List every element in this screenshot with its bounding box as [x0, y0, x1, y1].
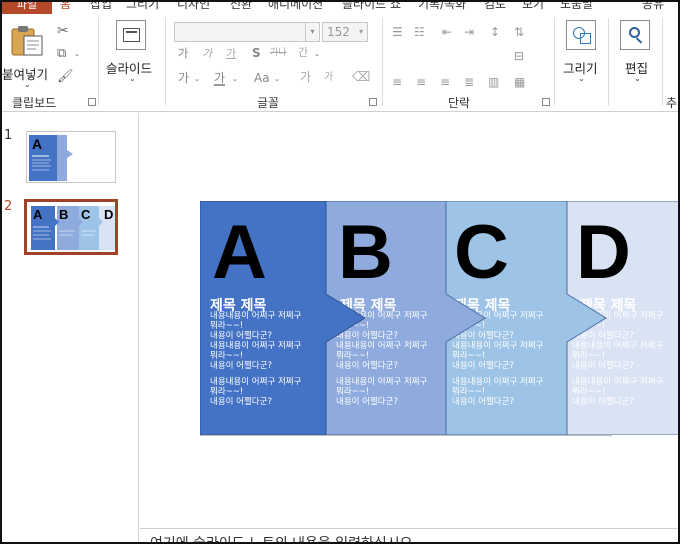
align-text-icon[interactable]: ⊟: [514, 50, 524, 62]
italic-icon[interactable]: 가: [202, 48, 212, 59]
clear-formatting-icon[interactable]: ⌫: [352, 71, 370, 84]
tab-home[interactable]: 홈: [60, 2, 71, 12]
change-case-icon[interactable]: Aa: [254, 72, 270, 84]
search-icon: [620, 20, 650, 50]
thumbnail-image: A: [27, 132, 115, 182]
more-group-label: 추: [666, 96, 678, 110]
cut-icon[interactable]: ✂: [57, 24, 69, 38]
tab-draw[interactable]: 그리기: [126, 2, 159, 12]
tab-view[interactable]: 보기: [522, 2, 544, 12]
bold-icon[interactable]: 가: [178, 48, 188, 59]
thumbnail-image: A B C D: [27, 202, 115, 252]
chevron-down-icon[interactable]: ⌄: [194, 76, 200, 83]
chevron-down-icon[interactable]: ⌄: [74, 51, 80, 58]
underline-icon[interactable]: 가: [226, 48, 236, 59]
smartart-icon[interactable]: ▦: [514, 76, 525, 88]
text-direction-icon[interactable]: ⇅: [514, 26, 524, 38]
align-left-icon[interactable]: ≡: [392, 76, 402, 88]
svg-text:A: A: [32, 136, 42, 152]
svg-text:D: D: [104, 207, 113, 222]
editing-button[interactable]: 편집 ⌄: [612, 18, 662, 94]
chevron-down-icon[interactable]: ⌄: [274, 76, 280, 83]
ribbon: 붙여넣기 ⌄ ✂ ⧉ ⌄ 🖌 클립보드 슬라이드 ⌄ ▾ 152 ▾ 가 가 가…: [2, 14, 678, 112]
tab-animations[interactable]: 애니메이션: [268, 2, 323, 12]
slide-thumbnails-pane: 1 A 2 A B C D: [2, 113, 139, 542]
tab-slideshow[interactable]: 슬라이드 쇼: [342, 2, 401, 12]
line-spacing-icon[interactable]: ↕: [490, 26, 500, 38]
font-group-label: 글꼴: [257, 96, 280, 110]
slide-edge: [200, 435, 612, 436]
new-slide-icon: [116, 20, 146, 50]
panel-a[interactable]: A 제목 제목 내용내용이 어쩌구 저쩌구 뭐라~~! 내용이 어쩔다군? 내용내용이…: [200, 201, 368, 435]
font-size-box[interactable]: 152 ▾: [322, 22, 368, 42]
align-center-icon[interactable]: ≡: [416, 76, 426, 88]
tab-record[interactable]: 기록/녹화: [418, 2, 466, 12]
drawing-button[interactable]: 그리기 ⌄: [558, 18, 604, 94]
tab-design[interactable]: 디자인: [177, 2, 210, 12]
clipboard-dialog-launcher-icon[interactable]: [88, 98, 96, 106]
strikethrough-icon[interactable]: 가나: [270, 49, 287, 58]
svg-text:C: C: [81, 207, 91, 222]
font-name-box[interactable]: ▾: [174, 22, 320, 42]
chevron-down-icon[interactable]: ▾: [305, 23, 319, 41]
thumbnail-number: 1: [4, 128, 13, 143]
shrink-font-icon[interactable]: 가: [324, 73, 333, 83]
justify-icon[interactable]: ≣: [464, 76, 474, 88]
text-shadow-icon[interactable]: S: [252, 47, 261, 59]
chevron-down-icon[interactable]: ▾: [355, 23, 367, 41]
tab-help[interactable]: 도움말: [560, 2, 593, 12]
format-painter-icon[interactable]: 🖌: [57, 70, 74, 83]
decrease-indent-icon[interactable]: ⇤: [442, 26, 452, 38]
svg-text:B: B: [59, 207, 68, 222]
clipboard-group-label: 클립보드: [12, 96, 57, 110]
paragraph-dialog-launcher-icon[interactable]: [542, 98, 550, 106]
chevron-down-icon: ⌄: [578, 74, 585, 83]
tab-review[interactable]: 검토: [484, 2, 506, 12]
slide-thumbnail-1[interactable]: A: [26, 131, 116, 183]
notes-divider: [140, 528, 678, 529]
panel-letter: A: [212, 210, 267, 295]
chevron-down-icon: ⌄: [634, 74, 641, 83]
bullets-icon[interactable]: ☰: [392, 26, 403, 38]
paste-button[interactable]: 붙여넣기 ⌄: [2, 20, 52, 94]
divider: [554, 18, 555, 106]
chevron-down-icon: ⌄: [129, 74, 136, 83]
paste-icon: [11, 26, 43, 56]
slide-canvas[interactable]: D 제목 제목 내용내용이 어쩌구 저쩌구뭐라~~!내용이 어쩔다군?내용내용이…: [140, 113, 678, 542]
slide-thumbnail-2[interactable]: A B C D: [24, 199, 118, 255]
divider: [382, 18, 383, 106]
thumbnail-number: 2: [4, 199, 13, 214]
divider: [98, 18, 99, 106]
panel-body: 내용내용이 어쩌구 저쩌구뭐라~~!내용이 어쩔다군?내용내용이 어쩌구 저쩌구…: [210, 311, 302, 407]
divider: [608, 18, 609, 106]
new-slide-button[interactable]: 슬라이드 ⌄: [102, 18, 162, 94]
tab-insert[interactable]: 삽입: [90, 2, 112, 12]
chevron-down-icon[interactable]: ⌄: [232, 76, 238, 83]
font-size-value: 152: [327, 25, 350, 39]
columns-icon[interactable]: ▥: [488, 76, 499, 88]
powerpoint-window: 파일 홈 삽입 그리기 디자인 전환 애니메이션 슬라이드 쇼 기록/녹화 검토…: [0, 0, 680, 544]
copy-icon[interactable]: ⧉: [57, 47, 66, 60]
tab-file[interactable]: 파일: [2, 2, 52, 14]
svg-text:A: A: [33, 207, 43, 222]
shapes-icon: [566, 20, 596, 50]
numbering-icon[interactable]: ☷: [414, 26, 425, 38]
notes-placeholder[interactable]: 여기에 슬라이드 노트의 내용을 입력하십시오: [150, 533, 413, 542]
divider: [662, 18, 663, 106]
font-color-icon[interactable]: 가: [214, 72, 226, 86]
ribbon-tab-strip: 파일 홈 삽입 그리기 디자인 전환 애니메이션 슬라이드 쇼 기록/녹화 검토…: [2, 2, 678, 14]
chevron-down-icon: ⌄: [24, 80, 31, 89]
paragraph-group-label: 단락: [448, 96, 471, 110]
tab-share[interactable]: 공유: [642, 2, 664, 12]
align-right-icon[interactable]: ≡: [440, 76, 450, 88]
character-spacing-icon[interactable]: 간: [298, 47, 308, 58]
font-dialog-launcher-icon[interactable]: [369, 98, 377, 106]
text-highlight-icon[interactable]: 가: [178, 72, 189, 84]
tab-transitions[interactable]: 전환: [230, 2, 252, 12]
increase-indent-icon[interactable]: ⇥: [464, 26, 474, 38]
divider: [165, 18, 166, 106]
chevron-down-icon[interactable]: ⌄: [314, 51, 320, 58]
grow-font-icon[interactable]: 가: [300, 71, 311, 83]
